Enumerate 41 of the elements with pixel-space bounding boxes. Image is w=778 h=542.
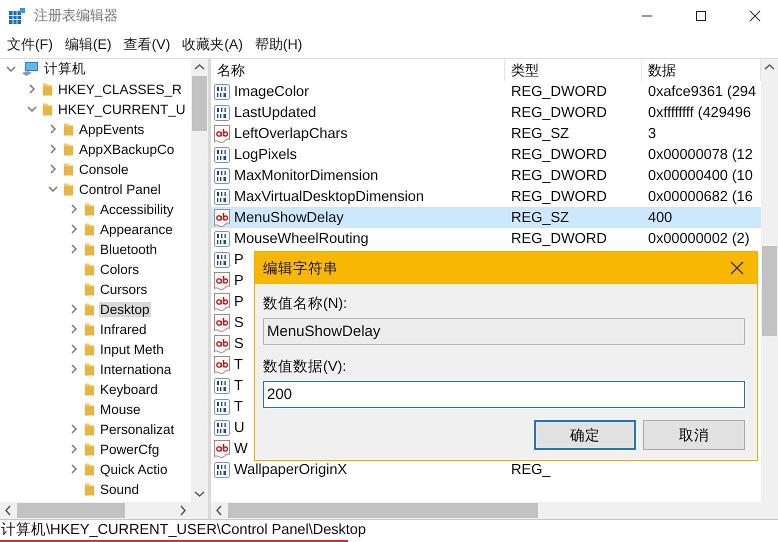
value-name: P <box>234 294 244 310</box>
field-label: 数值数据(V): <box>263 358 348 376</box>
value-type: REG_SZ <box>510 210 570 226</box>
value-data: 400 <box>647 210 674 226</box>
value-name: W <box>234 440 248 456</box>
value-name: S <box>234 314 244 330</box>
value-type: REG_DWORD <box>510 230 608 246</box>
value-name: S <box>234 336 244 352</box>
value-type: REG_DWORD <box>510 188 608 204</box>
value-data: 0x00000002 (2) <box>647 230 751 246</box>
value-type: REG_DWORD <box>510 168 608 184</box>
value-name: P <box>234 272 244 288</box>
value-type: REG_SZ <box>510 126 570 142</box>
value-name: T <box>234 378 243 394</box>
value-data: 0x00000400 (10 <box>647 168 754 184</box>
value-name: LogPixels <box>234 146 297 162</box>
value-name: LastUpdated <box>234 104 316 120</box>
value-name: WallpaperOriginX <box>234 462 348 478</box>
value-name: T <box>234 356 243 372</box>
value-name: MouseWheelRouting <box>234 230 369 246</box>
value-data: 0xffffffff (429496 <box>647 104 752 120</box>
dialog-title: 编辑字符串 <box>263 260 339 278</box>
value-name: T <box>234 398 243 414</box>
value-data: 0x00000682 (16 <box>647 188 754 204</box>
value-type: REG_ <box>510 462 552 478</box>
value-type: REG_DWORD <box>510 104 608 120</box>
value-data: 3 <box>647 126 658 142</box>
value-type: REG_DWORD <box>510 146 608 162</box>
value-data: 0xafce9361 (294 <box>647 84 758 100</box>
value-data: 0x00000078 (12 <box>647 146 754 162</box>
value-name: LeftOverlapChars <box>234 126 348 142</box>
value-name: P <box>234 252 244 268</box>
value-name: ImageColor <box>234 84 309 100</box>
status-path: 计算机\HKEY_CURRENT_USER\Control Panel\Desktop <box>0 521 366 540</box>
value-name: U <box>234 420 244 436</box>
value-name: MaxMonitorDimension <box>234 168 378 184</box>
window-title: 注册表编辑器 <box>34 7 119 25</box>
field-label: 数值名称(N): <box>263 295 348 313</box>
value-type: REG_DWORD <box>510 84 608 100</box>
value-name: MaxVirtualDesktopDimension <box>234 188 424 204</box>
value-name: MenuShowDelay <box>234 210 344 226</box>
